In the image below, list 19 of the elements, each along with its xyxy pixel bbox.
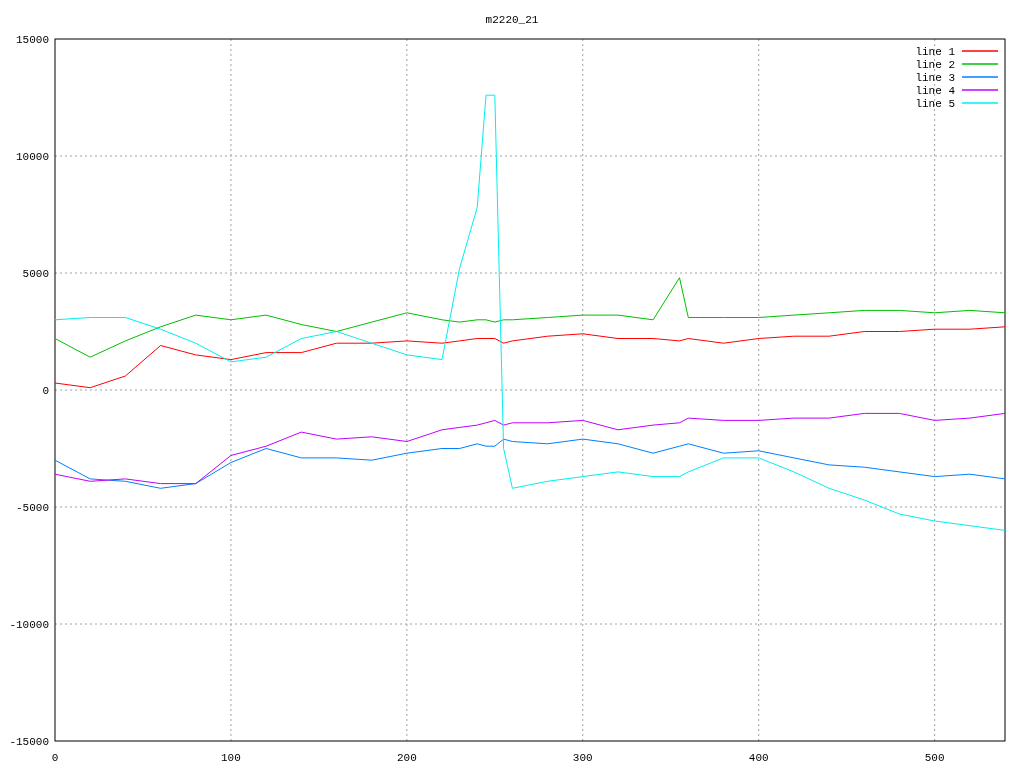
- x-tick-label: 200: [396, 752, 417, 764]
- y-tick-label: -15000: [9, 736, 49, 748]
- legend-label: line 2: [915, 59, 955, 71]
- x-tick-label: 300: [572, 752, 593, 764]
- x-tick-label: 400: [748, 752, 769, 764]
- y-tick-label: -10000: [9, 619, 49, 631]
- chart-title: m2220_21: [485, 14, 539, 26]
- y-tick-label: 10000: [16, 151, 49, 163]
- y-tick-label: 5000: [22, 268, 49, 280]
- x-tick-label: 0: [51, 752, 59, 764]
- y-tick-label: 15000: [16, 34, 49, 46]
- x-tick-label: 500: [924, 752, 945, 764]
- legend-label: line 3: [915, 72, 955, 84]
- x-tick-label: 100: [221, 752, 241, 764]
- legend-label: line 4: [915, 85, 955, 97]
- y-tick-label: -5000: [16, 502, 49, 514]
- legend-label: line 5: [915, 98, 955, 110]
- legend-label: line 1: [915, 46, 955, 58]
- y-tick-label: 0: [42, 385, 49, 397]
